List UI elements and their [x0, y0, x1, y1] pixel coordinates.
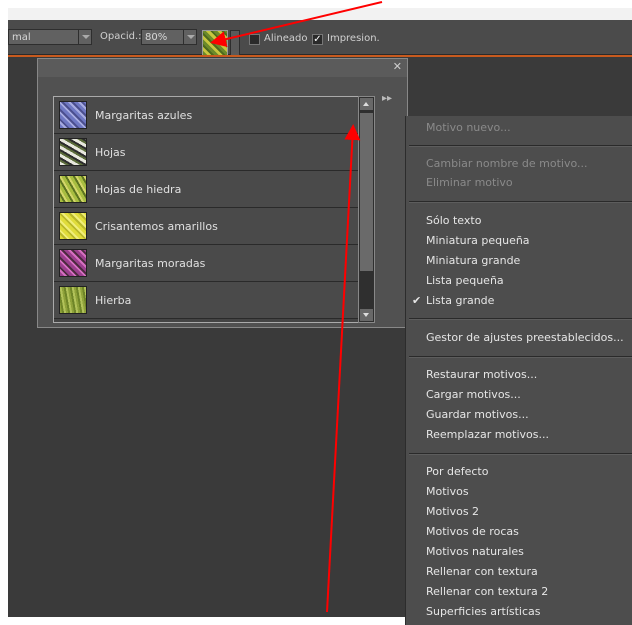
annotation-arrow-to-pattern-button — [210, 1, 383, 48]
annotation-arrows — [210, 1, 383, 613]
annotation-arrow-to-scrollbar — [326, 124, 361, 613]
